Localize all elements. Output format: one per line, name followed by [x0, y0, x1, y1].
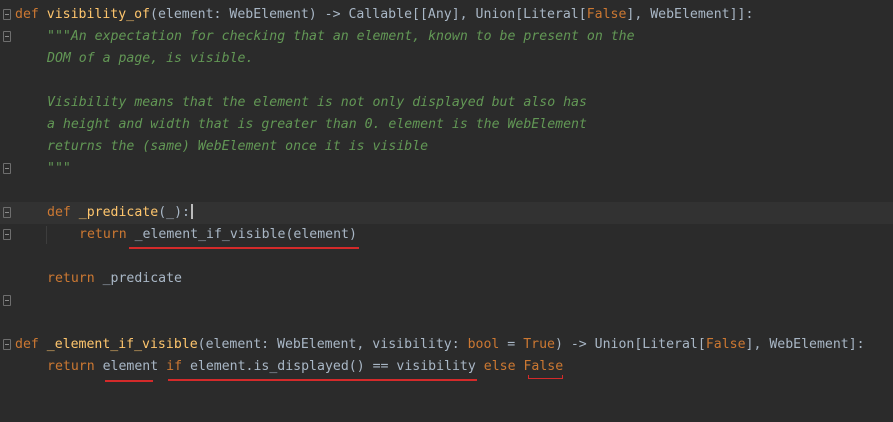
fold-close-icon[interactable]	[3, 295, 11, 306]
code-line-14	[0, 290, 893, 312]
docstring-line: a height and width that is greater than …	[47, 117, 587, 132]
text-caret	[190, 204, 193, 219]
keyword-false: False	[705, 337, 746, 352]
fold-open-icon[interactable]	[3, 31, 11, 42]
code-line-7: returns the (same) WebElement once it is…	[0, 136, 893, 158]
fold-close-icon[interactable]	[3, 163, 11, 174]
fold-open-icon[interactable]	[3, 9, 11, 20]
call-element-if-visible: _element_if_visible(element)	[134, 227, 357, 242]
identifier-element: element	[102, 359, 159, 374]
code-editor[interactable]: def visibility_of(element: WebElement) -…	[0, 0, 893, 411]
code-line-6: a height and width that is greater than …	[0, 114, 893, 136]
code-line-10: def _predicate(_):	[0, 202, 893, 224]
code-line-2: """An expectation for checking that an e…	[0, 26, 893, 48]
keyword-false: False	[523, 359, 564, 374]
code-line-5: Visibility means that the element is not…	[0, 92, 893, 114]
keyword-else: else	[483, 359, 516, 374]
keyword-if: if	[166, 359, 183, 374]
fold-open-icon[interactable]	[3, 339, 11, 350]
code-line-11: return _element_if_visible(element)	[0, 224, 893, 246]
function-name-visibility-of: visibility_of	[46, 7, 150, 22]
keyword-return: return	[47, 271, 95, 286]
signature-part: (element: WebElement) -> Callable[[Any],…	[150, 7, 587, 22]
docstring-line: returns the (same) WebElement once it is…	[47, 139, 429, 154]
code-line-16: def _element_if_visible(element: WebElem…	[0, 334, 893, 356]
fold-close-icon[interactable]	[3, 229, 11, 240]
function-name-element-if-visible: _element_if_visible	[46, 337, 198, 352]
keyword-bool: bool	[467, 337, 500, 352]
code-line-3: DOM of a page, is visible.	[0, 48, 893, 70]
code-line-8: """	[0, 158, 893, 180]
keyword-false: False	[586, 7, 627, 22]
keyword-true: True	[523, 337, 555, 352]
keyword-def: def	[15, 337, 39, 352]
docstring-line: """	[47, 161, 71, 176]
signature-part: (element: WebElement, visibility:	[197, 337, 468, 352]
signature-part: ) -> Union[Literal[	[554, 337, 706, 352]
identifier-predicate: _predicate	[102, 271, 182, 286]
keyword-def: def	[15, 7, 39, 22]
keyword-def: def	[47, 205, 71, 220]
docstring-line: DOM of a page, is visible.	[47, 51, 254, 66]
keyword-return: return	[47, 359, 95, 374]
signature-part: =	[499, 337, 524, 352]
keyword-return: return	[79, 227, 127, 242]
signature-part: ], WebElement]]:	[626, 7, 754, 22]
docstring-line: """An expectation for checking that an e…	[47, 29, 635, 44]
function-name-predicate: _predicate	[78, 205, 159, 220]
docstring-line: Visibility means that the element is not…	[47, 95, 587, 110]
code-line-17: return element if element.is_displayed()…	[0, 356, 893, 378]
condition-expression: element.is_displayed() == visibility	[189, 359, 476, 374]
fold-open-icon[interactable]	[3, 207, 11, 218]
signature-part: ], WebElement]:	[745, 337, 865, 352]
signature-part: (_):	[158, 205, 190, 220]
code-line-1: def visibility_of(element: WebElement) -…	[0, 4, 893, 26]
code-line-13: return _predicate	[0, 268, 893, 290]
